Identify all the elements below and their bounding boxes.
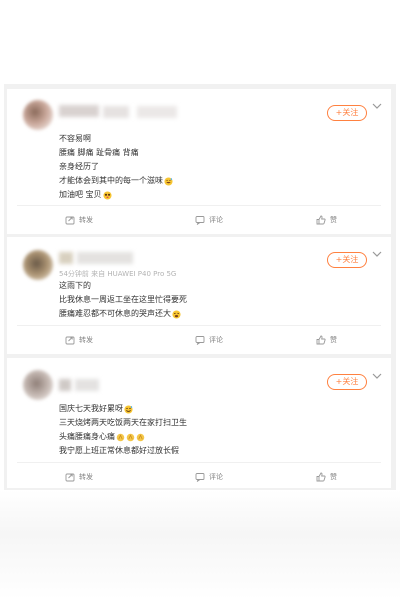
repost-button[interactable]: 转发 bbox=[65, 210, 93, 230]
post-line: 亲身经历了 bbox=[59, 162, 99, 171]
like-label: 赞 bbox=[330, 216, 337, 224]
username-blurred-extra bbox=[137, 106, 177, 118]
username-blurred[interactable] bbox=[59, 105, 99, 117]
chevron-down-icon[interactable] bbox=[372, 372, 382, 380]
clapping-hands-emoji bbox=[116, 433, 125, 441]
thumbs-up-icon bbox=[316, 335, 326, 345]
post-meta: 54分钟前 来自 HUAWEI P40 Pro 5G bbox=[59, 270, 177, 278]
username-blurred[interactable] bbox=[59, 379, 71, 391]
post-line: 我宁愿上班正常休息都好过放长假 bbox=[59, 446, 179, 455]
comment-icon bbox=[195, 216, 205, 225]
post-line: 才能体会到其中的每一个滋味 bbox=[59, 176, 163, 185]
post-text: 国庆七天我好累呀 三天烧烤两天吃饭两天在家打扫卫生 头痛腰痛身心痛 我宁愿上班正… bbox=[59, 402, 187, 458]
post-line: 这雨下的 bbox=[59, 281, 91, 290]
repost-label: 转发 bbox=[79, 473, 93, 481]
post-actions: 转发 评论 赞 bbox=[7, 467, 391, 487]
post-card: +关注 国庆七天我好累呀 三天烧烤两天吃饭两天在家打扫卫生 头痛腰痛身心痛 我宁… bbox=[7, 358, 391, 488]
post-line: 头痛腰痛身心痛 bbox=[59, 432, 115, 441]
post-line: 比我休息一周返工坐在这里忙得要死 bbox=[59, 295, 187, 304]
thumbs-up-icon bbox=[316, 472, 326, 482]
pleading-face-emoji bbox=[102, 190, 112, 200]
post-line: 不容易啊 bbox=[59, 134, 91, 143]
comment-button[interactable]: 评论 bbox=[195, 210, 223, 230]
post-line: 国庆七天我好累呀 bbox=[59, 404, 123, 413]
post-actions: 转发 评论 赞 bbox=[7, 330, 391, 350]
post-text: 不容易啊 腰痛 脚痛 趾骨痛 背痛 亲身经历了 才能体会到其中的每一个滋味 加油… bbox=[59, 132, 173, 202]
repost-icon bbox=[65, 473, 75, 482]
repost-button[interactable]: 转发 bbox=[65, 467, 93, 487]
repost-icon bbox=[65, 216, 75, 225]
comment-button[interactable]: 评论 bbox=[195, 330, 223, 350]
username-blurred-extra bbox=[77, 252, 133, 264]
comment-label: 评论 bbox=[209, 473, 223, 481]
sweat-smile-emoji bbox=[124, 404, 133, 414]
thumbs-up-icon bbox=[316, 215, 326, 225]
like-label: 赞 bbox=[330, 473, 337, 481]
repost-icon bbox=[65, 336, 75, 345]
follow-button[interactable]: +关注 bbox=[327, 105, 367, 121]
post-line: 腰痛 脚痛 趾骨痛 背痛 bbox=[59, 148, 139, 157]
post-card: 54分钟前 来自 HUAWEI P40 Pro 5G +关注 这雨下的 比我休息… bbox=[7, 237, 391, 354]
post-line: 腰痛难忍都不可休息的哭声还大 bbox=[59, 309, 171, 318]
comment-icon bbox=[195, 336, 205, 345]
repost-label: 转发 bbox=[79, 216, 93, 224]
post-line: 加油吧 宝贝 bbox=[59, 190, 102, 199]
like-label: 赞 bbox=[330, 336, 337, 344]
like-button[interactable]: 赞 bbox=[316, 210, 337, 230]
repost-button[interactable]: 转发 bbox=[65, 330, 93, 350]
follow-button[interactable]: +关注 bbox=[327, 374, 367, 390]
like-button[interactable]: 赞 bbox=[316, 467, 337, 487]
divider bbox=[17, 325, 381, 326]
divider bbox=[17, 462, 381, 463]
like-button[interactable]: 赞 bbox=[316, 330, 337, 350]
comment-icon bbox=[195, 473, 205, 482]
post-card: +关注 不容易啊 腰痛 脚痛 趾骨痛 背痛 亲身经历了 才能体会到其中的每一个滋… bbox=[7, 89, 391, 234]
chevron-down-icon[interactable] bbox=[372, 102, 382, 110]
comment-label: 评论 bbox=[209, 336, 223, 344]
username-blurred-extra bbox=[75, 379, 99, 391]
comment-button[interactable]: 评论 bbox=[195, 467, 223, 487]
avatar[interactable] bbox=[23, 370, 53, 400]
post-actions: 转发 评论 赞 bbox=[7, 210, 391, 230]
username-blurred[interactable] bbox=[59, 252, 73, 264]
grinning-sweat-emoji bbox=[164, 176, 173, 186]
clapping-hands-emoji bbox=[126, 433, 135, 441]
avatar[interactable] bbox=[23, 100, 53, 130]
comment-label: 评论 bbox=[209, 216, 223, 224]
tired-face-emoji bbox=[172, 309, 181, 319]
follow-button[interactable]: +关注 bbox=[327, 252, 367, 268]
weibo-comment-feed: +关注 不容易啊 腰痛 脚痛 趾骨痛 背痛 亲身经历了 才能体会到其中的每一个滋… bbox=[0, 0, 400, 600]
clapping-hands-emoji bbox=[136, 433, 145, 441]
avatar[interactable] bbox=[23, 250, 53, 280]
repost-label: 转发 bbox=[79, 336, 93, 344]
divider bbox=[17, 205, 381, 206]
post-line: 三天烧烤两天吃饭两天在家打扫卫生 bbox=[59, 418, 187, 427]
bottom-blank-area bbox=[0, 490, 400, 600]
username-blurred-extra bbox=[103, 106, 129, 118]
post-text: 这雨下的 比我休息一周返工坐在这里忙得要死 腰痛难忍都不可休息的哭声还大 bbox=[59, 279, 187, 321]
chevron-down-icon[interactable] bbox=[372, 250, 382, 258]
